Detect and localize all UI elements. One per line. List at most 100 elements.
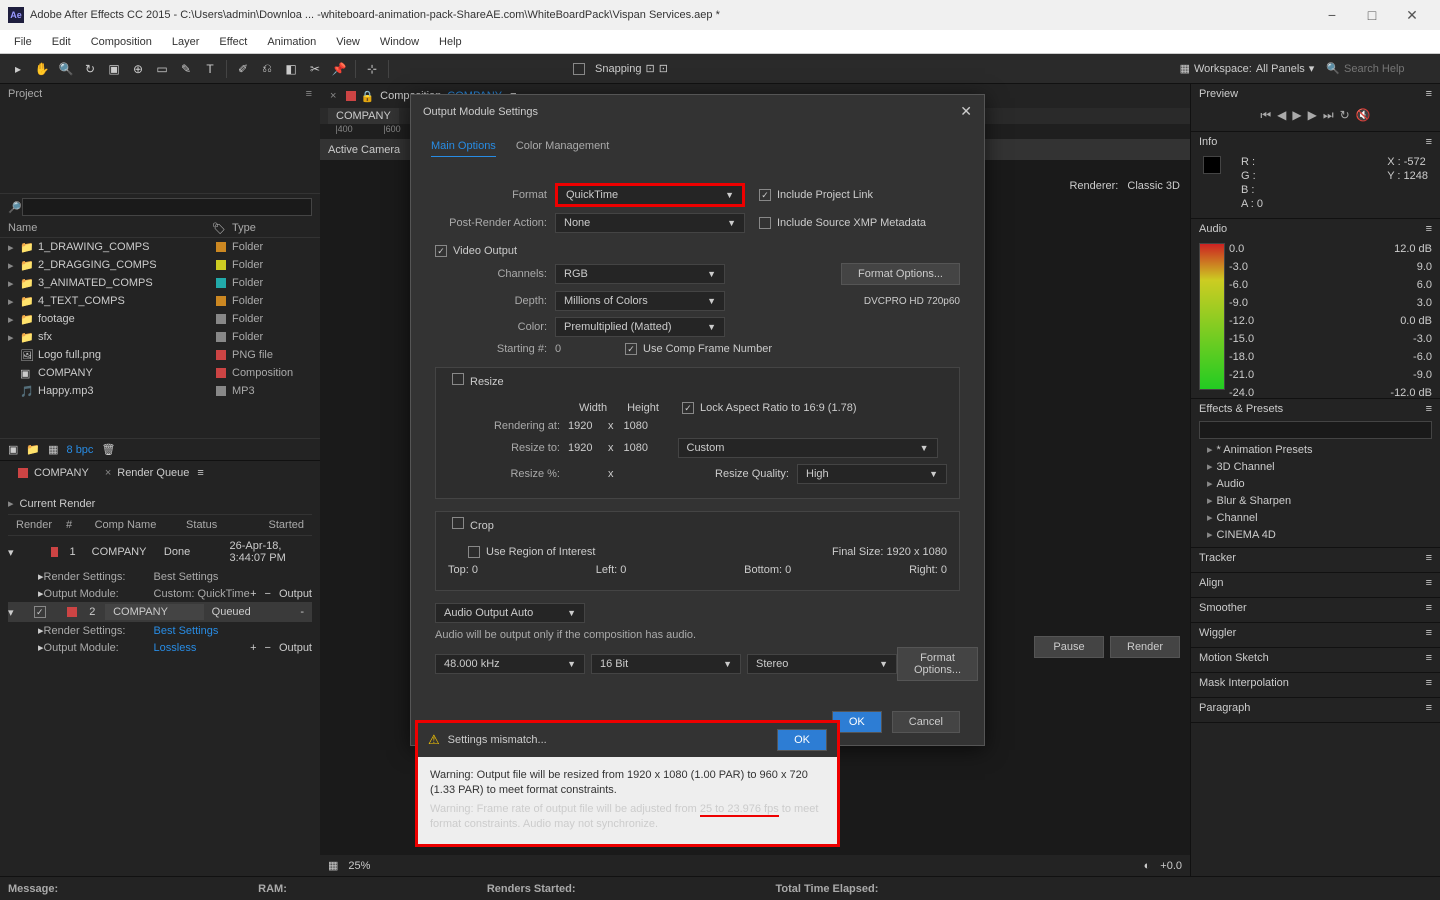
include-project-link-checkbox[interactable] [759, 189, 771, 201]
audio-bit-dropdown[interactable]: 16 Bit▼ [591, 654, 741, 674]
effects-category[interactable]: Audio [1199, 475, 1432, 492]
zoom-level[interactable]: 25% [348, 860, 370, 872]
rotate-tool-icon[interactable]: ↻ [79, 58, 101, 80]
project-row[interactable]: ▣COMPANYComposition [0, 364, 320, 382]
tab-main-options[interactable]: Main Options [431, 136, 496, 157]
hand-tool-icon[interactable]: ✋ [31, 58, 53, 80]
menu-view[interactable]: View [326, 32, 370, 52]
paragraph-panel-label[interactable]: Paragraph [1199, 702, 1250, 714]
menu-effect[interactable]: Effect [209, 32, 257, 52]
bpc-link[interactable]: 8 bpc [67, 444, 94, 456]
effects-category[interactable]: 3D Channel [1199, 458, 1432, 475]
audio-stereo-dropdown[interactable]: Stereo▼ [747, 654, 897, 674]
selection-tool-icon[interactable]: ▸ [7, 58, 29, 80]
anchor-tool-icon[interactable]: ⊕ [127, 58, 149, 80]
dialog-cancel-button[interactable]: Cancel [892, 711, 960, 733]
pen-tool-icon[interactable]: ✎ [175, 58, 197, 80]
axis-tool-icon[interactable]: ⊹ [361, 58, 383, 80]
last-frame-icon[interactable]: ⏭ [1323, 108, 1334, 123]
panel-menu-icon[interactable]: ≡ [1426, 136, 1432, 148]
project-footer-icon[interactable]: ▣ [8, 443, 18, 456]
mute-icon[interactable]: 🔇 [1356, 108, 1371, 123]
use-roi-checkbox[interactable] [468, 546, 480, 558]
project-row[interactable]: ▸📁3_ANIMATED_COMPSFolder [0, 274, 320, 292]
workspace-dropdown[interactable]: All Panels [1256, 63, 1305, 75]
eraser-tool-icon[interactable]: ◧ [280, 58, 302, 80]
next-frame-icon[interactable]: ▶ [1308, 108, 1317, 123]
post-render-dropdown[interactable]: None▼ [555, 213, 745, 233]
starting-input[interactable] [555, 343, 605, 355]
menu-composition[interactable]: Composition [81, 32, 162, 52]
audio-khz-dropdown[interactable]: 48.000 kHz▼ [435, 654, 585, 674]
mask-interp-panel-label[interactable]: Mask Interpolation [1199, 677, 1289, 689]
zoom-tool-icon[interactable]: 🔍 [55, 58, 77, 80]
warning-ok-button[interactable]: OK [777, 729, 827, 751]
zoom-icon[interactable]: ▦ [328, 859, 338, 872]
panel-menu-icon[interactable]: ≡ [1426, 88, 1432, 100]
effects-category[interactable]: Blur & Sharpen [1199, 492, 1432, 509]
render-row[interactable]: ▾ 2 COMPANY Queued - [8, 602, 312, 622]
project-row[interactable]: ▸📁footageFolder [0, 310, 320, 328]
tracker-panel-label[interactable]: Tracker [1199, 552, 1236, 564]
render-button[interactable]: Render [1110, 636, 1180, 658]
render-checkbox[interactable] [34, 606, 46, 618]
first-frame-icon[interactable]: ⏮ [1260, 108, 1271, 123]
resize-preset-dropdown[interactable]: Custom▼ [678, 438, 938, 458]
panel-menu-icon[interactable]: ≡ [1426, 223, 1432, 235]
menu-edit[interactable]: Edit [42, 32, 81, 52]
project-row[interactable]: ▸📁sfxFolder [0, 328, 320, 346]
brush-tool-icon[interactable]: ✐ [232, 58, 254, 80]
tag-icon[interactable]: 🏷 [212, 222, 226, 235]
puppet-tool-icon[interactable]: 📌 [328, 58, 350, 80]
menu-help[interactable]: Help [429, 32, 472, 52]
loop-icon[interactable]: ↻ [1340, 108, 1350, 123]
render-row[interactable]: ▾ 1 COMPANY Done 26-Apr-18, 3:44:07 PM [8, 536, 312, 568]
resize-checkbox[interactable] [452, 373, 464, 385]
prev-frame-icon[interactable]: ◀ [1277, 108, 1286, 123]
include-xmp-checkbox[interactable] [759, 217, 771, 229]
align-panel-label[interactable]: Align [1199, 577, 1223, 589]
timeline-tab-renderqueue[interactable]: Render Queue [117, 467, 189, 479]
minimize-button[interactable]: − [1312, 7, 1352, 23]
smoother-panel-label[interactable]: Smoother [1199, 602, 1247, 614]
effects-category[interactable]: Channel [1199, 509, 1432, 526]
crop-checkbox[interactable] [452, 517, 464, 529]
menu-file[interactable]: File [4, 32, 42, 52]
active-camera-label[interactable]: Active Camera [328, 144, 400, 156]
new-folder-icon[interactable]: 📁 [26, 443, 40, 456]
close-dialog-icon[interactable]: ✕ [960, 103, 972, 120]
chevron-down-icon[interactable]: ▾ [1309, 62, 1315, 75]
play-icon[interactable]: ▶ [1292, 108, 1301, 123]
camera-tool-icon[interactable]: ▣ [103, 58, 125, 80]
audio-output-dropdown[interactable]: Audio Output Auto▼ [435, 603, 585, 623]
motion-sketch-panel-label[interactable]: Motion Sketch [1199, 652, 1269, 664]
col-name-header[interactable]: Name [8, 222, 212, 235]
lock-icon[interactable]: 🔒 [360, 90, 374, 103]
comp-tab[interactable]: COMPANY [328, 108, 399, 124]
project-row[interactable]: ▸📁4_TEXT_COMPSFolder [0, 292, 320, 310]
format-dropdown[interactable]: QuickTime▼ [555, 183, 745, 207]
color-dropdown[interactable]: Premultiplied (Matted)▼ [555, 317, 725, 337]
output-module-link[interactable]: Lossless [154, 642, 197, 654]
search-help-input[interactable] [1344, 63, 1434, 75]
pause-button[interactable]: Pause [1034, 636, 1104, 658]
effects-search-input[interactable] [1199, 421, 1432, 439]
current-render-heading[interactable]: Current Render [8, 493, 312, 514]
project-row[interactable]: 🎵Happy.mp3MP3 [0, 382, 320, 400]
panel-menu-icon[interactable]: ≡ [306, 88, 312, 100]
timeline-tab-company[interactable]: COMPANY [8, 467, 99, 479]
snap-opt-icon[interactable]: ⊡ [646, 62, 655, 75]
menu-layer[interactable]: Layer [162, 32, 210, 52]
close-tab-icon[interactable]: × [105, 467, 111, 479]
snap-opt2-icon[interactable]: ⊡ [659, 62, 668, 75]
roto-tool-icon[interactable]: ✂ [304, 58, 326, 80]
type-tool-icon[interactable]: T [199, 58, 221, 80]
video-output-checkbox[interactable] [435, 245, 447, 257]
exposure-icon[interactable]: ◐ [1144, 860, 1151, 872]
project-panel-tab[interactable]: Project ≡ [0, 84, 320, 104]
panel-menu-icon[interactable]: ≡ [1426, 403, 1432, 415]
depth-dropdown[interactable]: Millions of Colors▼ [555, 291, 725, 311]
shape-tool-icon[interactable]: ▭ [151, 58, 173, 80]
project-row[interactable]: 🖼Logo full.pngPNG file [0, 346, 320, 364]
trash-icon[interactable]: 🗑 [101, 443, 115, 456]
